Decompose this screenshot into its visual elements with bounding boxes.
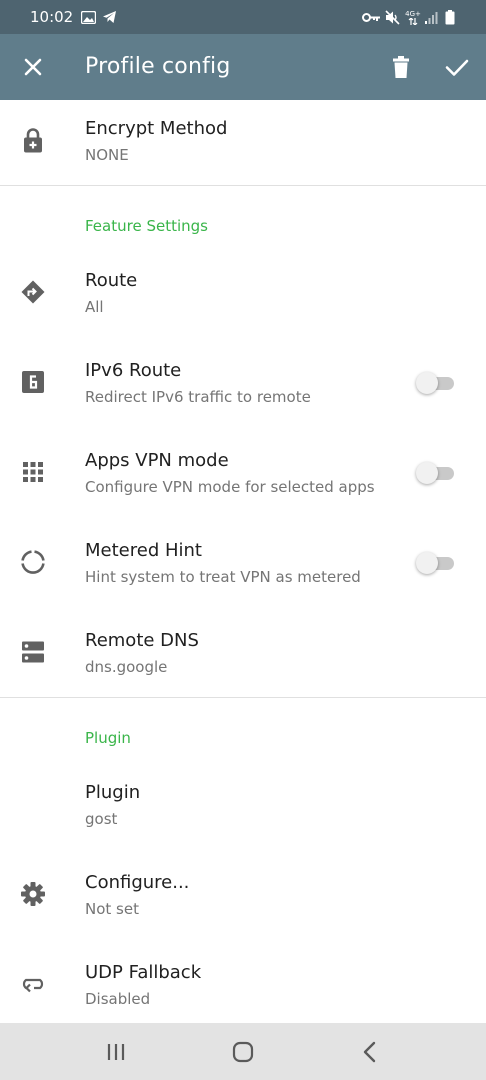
section-header-plugin: Plugin (85, 729, 131, 747)
encrypt-method-value: NONE (85, 146, 129, 164)
home-button[interactable] (228, 1037, 258, 1067)
ipv6-route-switch[interactable] (416, 372, 456, 394)
apps-vpn-mode-switch[interactable] (416, 462, 456, 484)
recents-icon (107, 1044, 125, 1060)
battery-icon (444, 9, 456, 25)
section-header-feature-settings: Feature Settings (85, 217, 208, 235)
settings-icon (20, 881, 46, 907)
directions-icon (20, 279, 46, 305)
ipv6-route-item[interactable]: IPv6 Route Redirect IPv6 traffic to remo… (0, 338, 486, 428)
save-button[interactable] (442, 52, 472, 82)
remote-dns-title: Remote DNS (85, 630, 199, 651)
apps-grid-icon (20, 459, 46, 485)
apps-vpn-mode-summary: Configure VPN mode for selected apps (85, 478, 375, 496)
system-nav-bar (0, 1023, 486, 1080)
network-type-label: 4G+ (405, 9, 421, 18)
signal-icon (424, 9, 438, 25)
switch-thumb (416, 462, 438, 484)
network-4g-icon: 4G+ (403, 9, 423, 25)
apps-vpn-mode-item[interactable]: Apps VPN mode Configure VPN mode for sel… (0, 428, 486, 518)
metered-hint-summary: Hint system to treat VPN as metered (85, 568, 361, 586)
back-button[interactable] (355, 1037, 385, 1067)
telegram-icon (101, 9, 117, 25)
route-value: All (85, 298, 104, 316)
dns-icon (20, 639, 46, 665)
metered-hint-item[interactable]: Metered Hint Hint system to treat VPN as… (0, 518, 486, 608)
divider (0, 185, 486, 186)
ipv6-icon (20, 369, 46, 395)
encrypt-method-item[interactable]: Encrypt Method NONE (0, 100, 486, 185)
check-icon (445, 59, 469, 76)
apps-vpn-mode-title: Apps VPN mode (85, 450, 229, 471)
plugin-item[interactable]: Plugin gost (0, 760, 486, 850)
status-bar: 10:02 4G+ (0, 0, 486, 34)
close-icon (24, 58, 42, 76)
encrypt-method-title: Encrypt Method (85, 118, 228, 139)
switch-thumb (416, 372, 438, 394)
plugin-title: Plugin (85, 782, 141, 803)
recents-button[interactable] (101, 1037, 131, 1067)
configure-value: Not set (85, 900, 139, 918)
ipv6-route-title: IPv6 Route (85, 360, 182, 381)
switch-thumb (416, 552, 438, 574)
page-title: Profile config (85, 54, 231, 79)
home-icon (232, 1041, 254, 1063)
mute-icon (384, 9, 400, 25)
route-title: Route (85, 270, 138, 291)
configure-item[interactable]: Configure... Not set (0, 850, 486, 940)
plugin-value: gost (85, 810, 118, 828)
remote-dns-item[interactable]: Remote DNS dns.google (0, 608, 486, 696)
fallback-icon (20, 971, 46, 997)
metered-hint-switch[interactable] (416, 552, 456, 574)
configure-title: Configure... (85, 872, 190, 893)
delete-icon (393, 56, 409, 78)
remote-dns-value: dns.google (85, 658, 168, 676)
divider (0, 697, 486, 698)
metered-hint-title: Metered Hint (85, 540, 202, 561)
route-item[interactable]: Route All (0, 248, 486, 338)
app-toolbar: Profile config (0, 34, 486, 100)
status-time: 10:02 (30, 8, 74, 26)
vpn-key-icon (361, 9, 381, 25)
udp-fallback-title: UDP Fallback (85, 962, 202, 983)
ipv6-route-summary: Redirect IPv6 traffic to remote (85, 388, 311, 406)
delete-button[interactable] (386, 52, 416, 82)
close-button[interactable] (18, 52, 48, 82)
data-usage-icon (20, 549, 46, 575)
udp-fallback-value: Disabled (85, 990, 151, 1008)
udp-fallback-item[interactable]: UDP Fallback Disabled (0, 940, 486, 1023)
back-icon (363, 1041, 376, 1063)
gallery-icon (80, 9, 96, 25)
lock-icon (20, 127, 46, 153)
